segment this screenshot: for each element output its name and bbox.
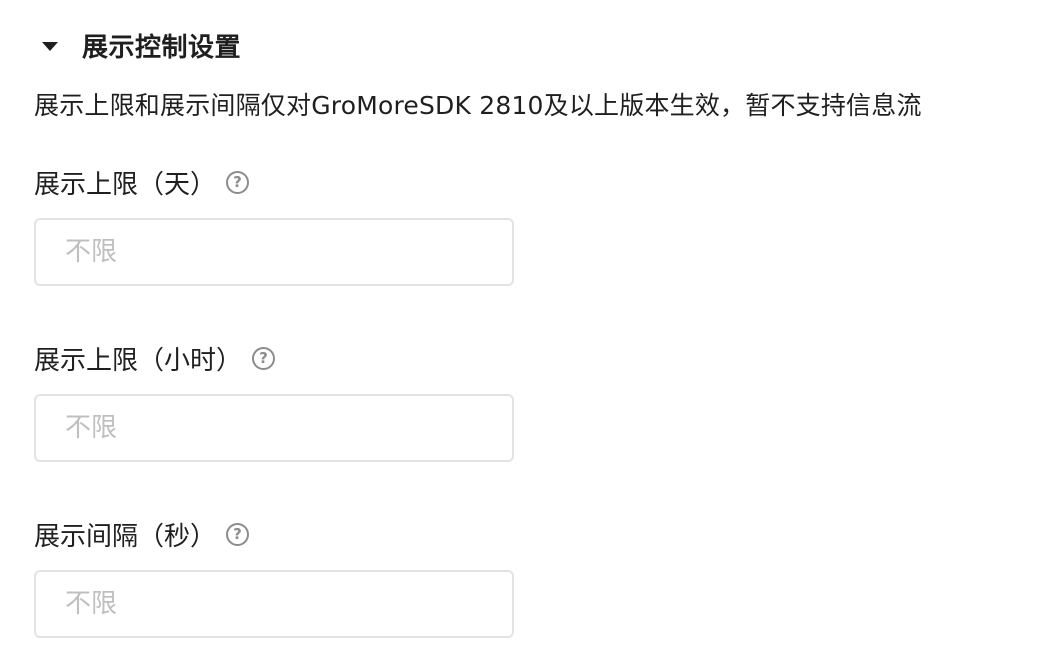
question-circle-icon[interactable]: ? bbox=[252, 346, 276, 370]
field-hourly-limit-label-row: 展示上限（小时） ? bbox=[34, 340, 276, 376]
caret-down-icon[interactable] bbox=[42, 41, 58, 51]
field-label: 展示上限（天） bbox=[34, 169, 217, 200]
section-title: 展示控制设置 bbox=[82, 32, 242, 63]
hourly-limit-input[interactable] bbox=[36, 396, 512, 460]
question-circle-icon[interactable]: ? bbox=[226, 522, 250, 546]
hourly-limit-field-wrapper bbox=[34, 394, 514, 462]
version-notice: 展示上限和展示间隔仅对GroMoreSDK 2810及以上版本生效，暂不支持信息… bbox=[34, 91, 922, 120]
section-toggle[interactable]: 展示控制设置 bbox=[38, 26, 241, 64]
daily-limit-input[interactable] bbox=[36, 220, 512, 284]
daily-limit-field-wrapper bbox=[34, 218, 514, 286]
field-label: 展示间隔（秒） bbox=[34, 521, 217, 552]
field-daily-limit-label-row: 展示上限（天） ? bbox=[34, 164, 250, 200]
field-interval-label-row: 展示间隔（秒） ? bbox=[34, 516, 250, 552]
interval-seconds-input[interactable] bbox=[36, 572, 512, 636]
question-circle-icon[interactable]: ? bbox=[226, 170, 250, 194]
interval-field-wrapper bbox=[34, 570, 514, 638]
field-label: 展示上限（小时） bbox=[34, 345, 243, 376]
